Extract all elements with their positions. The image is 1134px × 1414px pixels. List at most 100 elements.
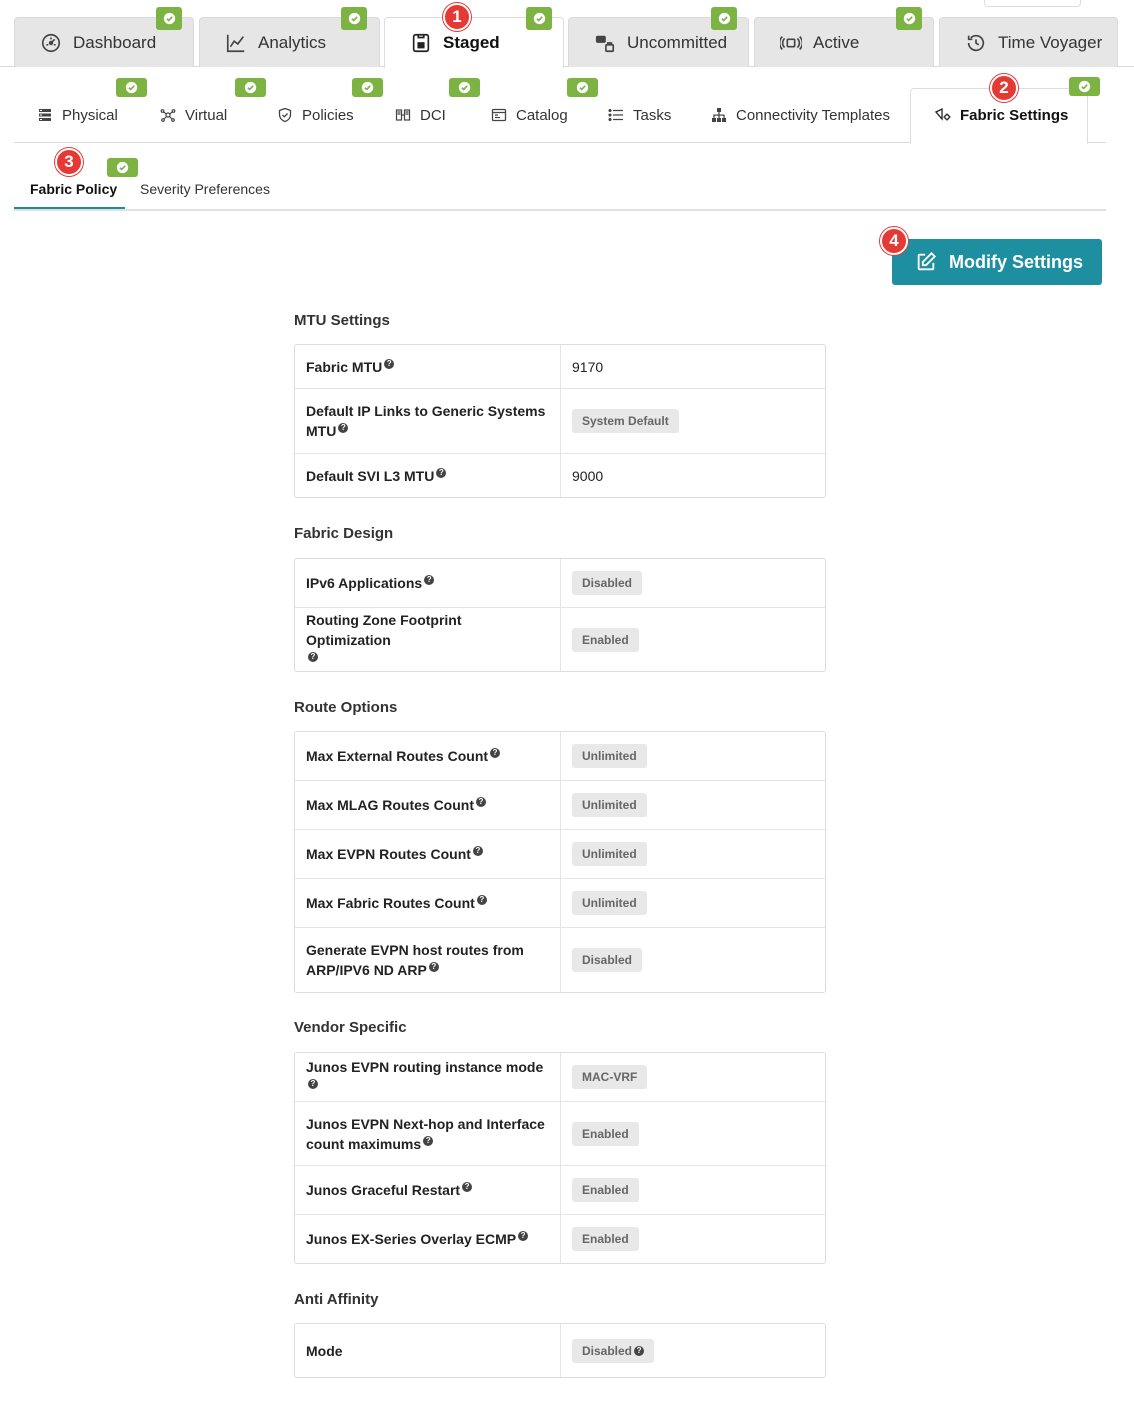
- help-icon[interactable]: ?: [472, 846, 483, 857]
- subtab-connectivity-templates[interactable]: Connectivity Templates: [710, 105, 890, 125]
- modify-settings-button[interactable]: Modify Settings: [892, 239, 1102, 285]
- subtab-label: Connectivity Templates: [736, 106, 890, 124]
- help-icon[interactable]: ?: [462, 1182, 473, 1193]
- subtab-catalog[interactable]: Catalog: [490, 105, 568, 125]
- check-icon: [156, 7, 182, 30]
- subtab-label: Fabric Settings: [960, 106, 1069, 124]
- policy-tab-bar: Fabric Policy Severity Preferences: [14, 143, 1106, 211]
- setting-value: Disabled: [561, 559, 825, 607]
- physical-rack-icon: [36, 106, 54, 124]
- section-title-routes: Route Options: [294, 699, 398, 716]
- subtab-fabric-settings[interactable]: Fabric Settings: [934, 105, 1068, 125]
- line-chart-icon: [224, 31, 248, 55]
- setting-key: Max EVPN Routes Count?: [295, 830, 561, 878]
- sub-tab-bar: Physical Virtual Policies DCI Catalog Ta…: [14, 67, 1106, 144]
- subtab-label: Virtual: [185, 106, 228, 124]
- dashboard-gauge-icon: [39, 31, 63, 55]
- subtab-policies[interactable]: Policies: [276, 105, 354, 125]
- staged-doc-icon: [409, 31, 433, 55]
- subtab-tasks[interactable]: Tasks: [607, 105, 671, 125]
- help-icon[interactable]: ?: [476, 895, 487, 906]
- setting-key: Routing Zone Footprint Optimization?: [295, 608, 561, 671]
- help-icon[interactable]: ?: [476, 797, 486, 808]
- subtab-label: Catalog: [516, 106, 568, 124]
- active-signal-icon: [779, 31, 803, 55]
- subtab-virtual[interactable]: Virtual: [159, 105, 227, 125]
- settings-row: Junos EX-Series Overlay ECMP? Enabled: [295, 1215, 825, 1263]
- fabric-settings-icon: [934, 106, 952, 124]
- step-badge: 1: [443, 3, 471, 31]
- setting-value: MAC-VRF: [561, 1053, 825, 1101]
- settings-row: Junos EVPN routing instance mode? MAC-VR…: [295, 1053, 825, 1102]
- help-icon[interactable]: ?: [308, 651, 318, 662]
- help-icon[interactable]: ?: [424, 575, 435, 586]
- tab-severity-preferences[interactable]: Severity Preferences: [140, 181, 270, 197]
- settings-row: Default IP Links to Generic Systems MTU?…: [295, 389, 825, 454]
- setting-key: Default IP Links to Generic Systems MTU?: [295, 389, 561, 453]
- tab-label: Time Voyager: [998, 32, 1103, 52]
- step-badge: 3: [55, 148, 83, 176]
- virtual-network-icon: [159, 106, 177, 124]
- setting-value: Disabled: [561, 928, 825, 992]
- help-icon[interactable]: ?: [518, 1231, 529, 1242]
- setting-key: Mode: [295, 1324, 561, 1377]
- dci-icon: [394, 106, 412, 124]
- setting-key: Max MLAG Routes Count?: [295, 781, 561, 829]
- settings-row: Fabric MTU? 9170: [295, 345, 825, 389]
- check-icon: [352, 78, 383, 97]
- check-icon: [107, 158, 138, 177]
- check-icon: [711, 7, 737, 30]
- setting-key: Junos EX-Series Overlay ECMP?: [295, 1215, 561, 1263]
- subtab-label: Tasks: [633, 106, 672, 124]
- fabric-design-table: IPv6 Applications? Disabled Routing Zone…: [294, 558, 826, 672]
- value-pill: Enabled: [572, 1121, 639, 1146]
- help-icon[interactable]: ?: [490, 748, 501, 759]
- value-pill: Enabled: [572, 1178, 639, 1202]
- tab-fabric-policy[interactable]: Fabric Policy: [30, 181, 117, 197]
- anti-affinity-table: Mode Disabled?: [294, 1323, 826, 1378]
- value-pill: Disabled?: [572, 1338, 655, 1363]
- top-right-box: [984, 0, 1081, 7]
- help-icon[interactable]: ?: [428, 962, 439, 973]
- settings-row: Junos Graceful Restart? Enabled: [295, 1166, 825, 1215]
- check-icon: [896, 7, 922, 30]
- route-options-table: Max External Routes Count? Unlimited Max…: [294, 731, 826, 993]
- help-icon[interactable]: ?: [436, 467, 447, 478]
- edit-icon: [917, 251, 937, 271]
- help-icon[interactable]: ?: [423, 1135, 434, 1146]
- settings-row: Default SVI L3 MTU? 9000: [295, 454, 825, 497]
- tab-time-voyager[interactable]: Time Voyager: [939, 17, 1118, 67]
- value-pill: Unlimited: [572, 891, 647, 915]
- vendor-specific-table: Junos EVPN routing instance mode? MAC-VR…: [294, 1052, 826, 1264]
- help-icon[interactable]: ?: [308, 1079, 318, 1090]
- value-pill: Enabled: [572, 1227, 639, 1251]
- section-title-vendor: Vendor Specific: [294, 1019, 407, 1036]
- mtu-settings-table: Fabric MTU? 9170 Default IP Links to Gen…: [294, 344, 826, 498]
- setting-value: Enabled: [561, 608, 825, 671]
- subtab-physical[interactable]: Physical: [36, 105, 118, 125]
- setting-key: Junos Graceful Restart?: [295, 1166, 561, 1214]
- value-pill: Unlimited: [572, 793, 647, 817]
- value-pill: Unlimited: [572, 744, 647, 768]
- setting-value: Enabled: [561, 1215, 825, 1263]
- setting-value: Disabled?: [561, 1324, 825, 1377]
- help-icon[interactable]: ?: [634, 1345, 645, 1356]
- value-pill: Disabled: [572, 948, 643, 972]
- tab-label: Analytics: [258, 32, 327, 52]
- subtab-label: Physical: [62, 106, 118, 124]
- settings-row: Routing Zone Footprint Optimization? Ena…: [295, 608, 825, 671]
- settings-row: Generate EVPN host routes from ARP/IPV6 …: [295, 928, 825, 992]
- catalog-icon: [490, 106, 508, 124]
- subtab-dci[interactable]: DCI: [394, 105, 446, 125]
- settings-row: Max MLAG Routes Count? Unlimited: [295, 781, 825, 830]
- setting-value: Unlimited: [561, 830, 825, 878]
- help-icon[interactable]: ?: [384, 358, 395, 369]
- check-icon: [526, 7, 552, 30]
- setting-key: Max Fabric Routes Count?: [295, 879, 561, 927]
- check-icon: [1069, 77, 1100, 96]
- setting-value: Unlimited: [561, 879, 825, 927]
- settings-row: Max EVPN Routes Count? Unlimited: [295, 830, 825, 879]
- help-icon[interactable]: ?: [338, 423, 349, 434]
- settings-row: Junos EVPN Next-hop and Interface count …: [295, 1102, 825, 1166]
- setting-value: Unlimited: [561, 732, 825, 780]
